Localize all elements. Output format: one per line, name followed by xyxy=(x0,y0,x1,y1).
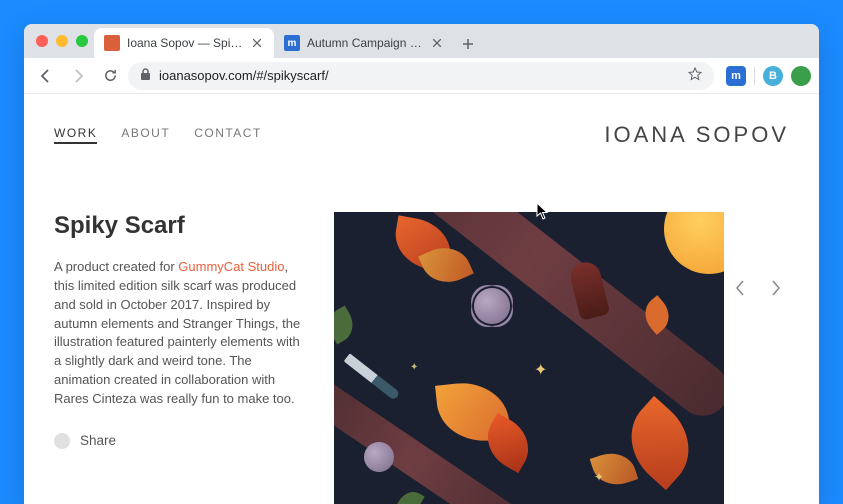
milanote-extension-icon[interactable]: m xyxy=(726,66,746,86)
site-header: WORK ABOUT CONTACT IOANA SOPOV xyxy=(54,122,789,148)
site-brand[interactable]: IOANA SOPOV xyxy=(604,122,789,148)
project-description: A product created for GummyCat Studio, t… xyxy=(54,258,304,409)
nav-link-about[interactable]: ABOUT xyxy=(121,126,170,144)
reload-button[interactable] xyxy=(96,62,124,90)
share-button[interactable]: Share xyxy=(54,433,304,449)
browser-tab[interactable]: m Autumn Campaign - 🍁 Moodbo… xyxy=(274,28,454,58)
project-content: Spiky Scarf A product created for GummyC… xyxy=(54,212,789,504)
page-content: WORK ABOUT CONTACT IOANA SOPOV Spiky Sca… xyxy=(24,94,819,504)
project-title: Spiky Scarf xyxy=(54,212,304,240)
window-controls xyxy=(32,24,94,58)
browser-window: Ioana Sopov — Spiky Scarf m Autumn Campa… xyxy=(24,24,819,504)
project-text-column: Spiky Scarf A product created for GummyC… xyxy=(54,212,304,504)
tab-strip: Ioana Sopov — Spiky Scarf m Autumn Campa… xyxy=(24,24,819,58)
profile-avatar-icon[interactable]: B xyxy=(763,66,783,86)
nav-link-work[interactable]: WORK xyxy=(54,126,97,144)
maximize-window-button[interactable] xyxy=(76,35,88,47)
studio-link[interactable]: GummyCat Studio xyxy=(178,259,284,274)
desc-pre: A product created for xyxy=(54,259,178,274)
gallery-next-button[interactable] xyxy=(767,276,785,305)
illustration: ✦ ✦ ✦ xyxy=(334,212,724,504)
star-icon[interactable] xyxy=(688,67,702,84)
close-tab-icon[interactable] xyxy=(430,36,444,50)
gallery-prev-button[interactable] xyxy=(731,276,749,305)
divider xyxy=(754,67,755,85)
tab-title: Ioana Sopov — Spiky Scarf xyxy=(127,36,243,50)
address-bar[interactable]: ioanasopov.com/#/spikyscarf/ xyxy=(128,62,714,90)
extension-icon[interactable] xyxy=(791,66,811,86)
site-nav: WORK ABOUT CONTACT xyxy=(54,126,262,144)
nav-link-contact[interactable]: CONTACT xyxy=(194,126,262,144)
browser-toolbar: ioanasopov.com/#/spikyscarf/ m B xyxy=(24,58,819,94)
back-button[interactable] xyxy=(32,62,60,90)
tab-title: Autumn Campaign - 🍁 Moodbo… xyxy=(307,36,423,50)
favicon-icon xyxy=(104,35,120,51)
favicon-icon: m xyxy=(284,35,300,51)
extension-icons: m B xyxy=(718,66,811,86)
browser-tab-active[interactable]: Ioana Sopov — Spiky Scarf xyxy=(94,28,274,58)
new-tab-button[interactable] xyxy=(454,30,482,58)
project-image[interactable]: ✦ ✦ ✦ xyxy=(334,212,724,504)
desc-post: , this limited edition silk scarf was pr… xyxy=(54,259,300,406)
gallery-nav xyxy=(731,276,785,305)
url-text: ioanasopov.com/#/spikyscarf/ xyxy=(159,68,329,83)
share-label: Share xyxy=(80,433,116,448)
lock-icon xyxy=(140,68,151,84)
forward-button[interactable] xyxy=(64,62,92,90)
share-icon xyxy=(54,433,70,449)
close-tab-icon[interactable] xyxy=(250,36,264,50)
close-window-button[interactable] xyxy=(36,35,48,47)
minimize-window-button[interactable] xyxy=(56,35,68,47)
